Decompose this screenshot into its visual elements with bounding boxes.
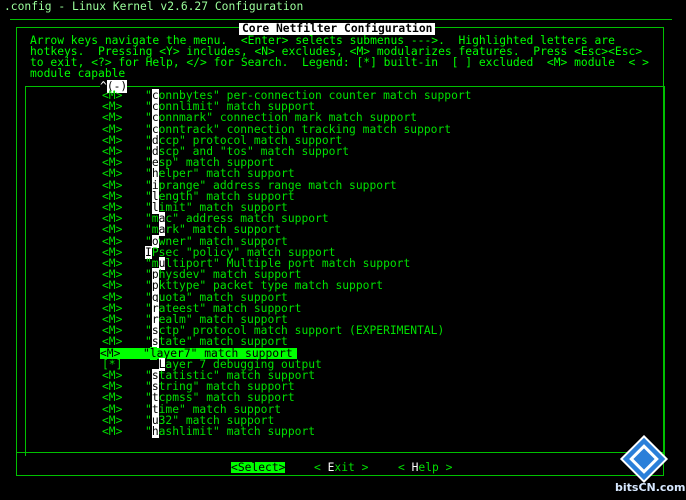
select-open: < bbox=[231, 461, 238, 474]
watermark-text: bitsCN.com bbox=[615, 481, 686, 494]
select-hotkey: S bbox=[237, 461, 245, 474]
item-hotkey: h bbox=[151, 425, 159, 438]
menu-item[interactable]: <M> "hashlimit" match support bbox=[102, 425, 316, 438]
help-line-4: module capable bbox=[30, 67, 126, 80]
window-title: .config - Linux Kernel v2.6.27 Configura… bbox=[4, 0, 304, 13]
title-underline bbox=[10, 19, 672, 20]
item-tag: <M> bbox=[102, 425, 123, 438]
exit-label: xit bbox=[334, 461, 355, 474]
help-close: > bbox=[438, 461, 453, 474]
item-tag: <M> bbox=[102, 279, 123, 293]
select-close: > bbox=[278, 461, 286, 474]
item-tag: <M> bbox=[102, 335, 123, 349]
exit-open: < bbox=[314, 461, 328, 474]
exit-button[interactable]: < Exit > bbox=[314, 462, 368, 473]
watermark-diamond bbox=[619, 435, 669, 484]
item-label: ashlimit" match support bbox=[158, 425, 316, 438]
select-button[interactable]: <Select> bbox=[231, 461, 286, 474]
help-label: elp bbox=[418, 461, 439, 474]
select-label: elect bbox=[244, 461, 279, 474]
item-prefix: " bbox=[145, 425, 152, 438]
item-tag: <M> bbox=[102, 391, 123, 405]
item-tag: <M> bbox=[102, 167, 123, 181]
exit-close: > bbox=[354, 461, 369, 474]
help-button[interactable]: < Help > bbox=[398, 462, 452, 473]
item-tag: <M> bbox=[102, 223, 123, 237]
item-tag: <M> bbox=[102, 111, 123, 125]
button-separator bbox=[17, 452, 663, 453]
help-open: < bbox=[398, 461, 412, 474]
